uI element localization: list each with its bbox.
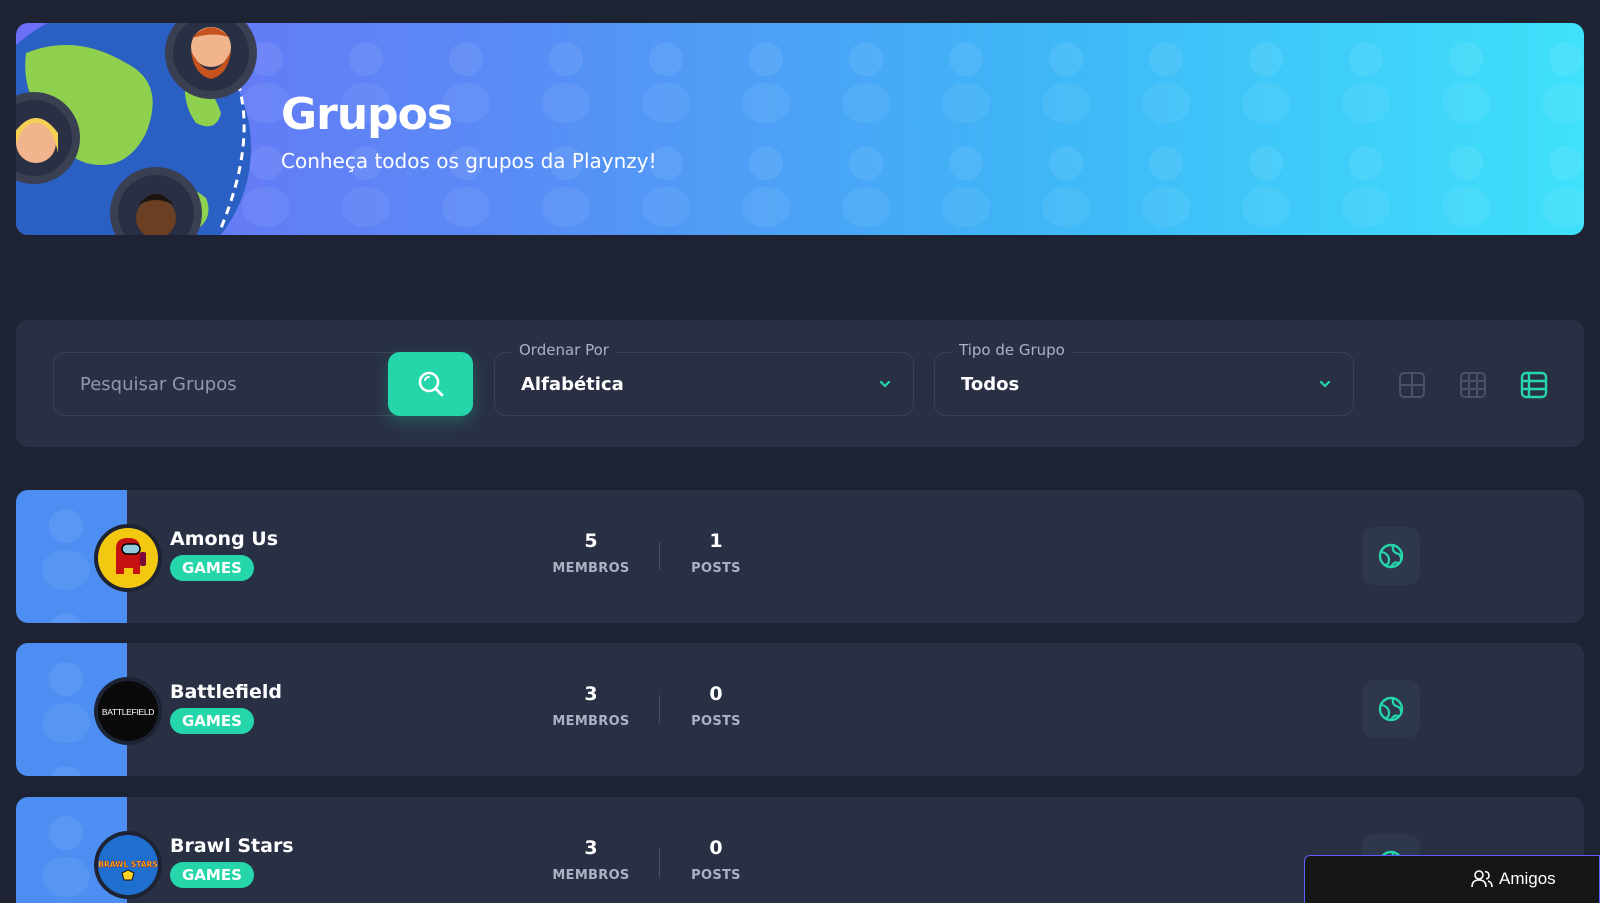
group-avatar: BRAWL STARS	[94, 831, 162, 899]
posts-label: POSTS	[691, 561, 741, 576]
page-title: Grupos	[281, 89, 453, 140]
among-us-logo	[98, 528, 158, 588]
friends-label: Amigos	[1499, 869, 1556, 888]
page-subtitle: Conheça todos os grupos da Playnzy!	[281, 149, 657, 173]
search-box	[53, 352, 473, 416]
members-count: 3	[584, 837, 598, 859]
stat-divider	[659, 695, 660, 723]
group-type-select-label: Tipo de Grupo	[953, 341, 1071, 359]
posts-count: 0	[709, 837, 723, 859]
friends-chat-widget[interactable]: Amigos	[1304, 855, 1600, 903]
group-name[interactable]: Among Us	[170, 528, 278, 550]
order-select-value: Alfabética	[521, 374, 624, 395]
list-icon[interactable]	[1520, 371, 1548, 399]
group-category-badge: GAMES	[170, 862, 254, 888]
group-name[interactable]: Brawl Stars	[170, 835, 294, 857]
group-card[interactable]: BATTLEFIELD Battlefield GAMES 3 MEMBROS …	[16, 643, 1584, 776]
users-icon	[1471, 870, 1493, 888]
world-illustration	[16, 23, 257, 235]
group-avatar: BATTLEFIELD	[94, 677, 162, 745]
group-category-badge: GAMES	[170, 555, 254, 581]
join-group-button[interactable]	[1362, 527, 1420, 585]
search-icon	[418, 371, 443, 397]
members-label: MEMBROS	[552, 561, 630, 576]
members-label: MEMBROS	[552, 714, 630, 729]
globe-icon	[1378, 543, 1404, 569]
group-avatar	[94, 524, 162, 592]
posts-label: POSTS	[691, 868, 741, 883]
posts-stat: 0 POSTS	[666, 837, 766, 883]
big-grid-icon[interactable]	[1398, 371, 1426, 399]
stat-divider	[659, 542, 660, 570]
filter-bar: Ordenar Por Alfabética Tipo de Grupo Tod…	[16, 320, 1584, 447]
brawl-stars-logo: BRAWL STARS	[98, 835, 158, 895]
posts-stat: 1 POSTS	[666, 530, 766, 576]
members-label: MEMBROS	[552, 868, 630, 883]
svg-text:BRAWL STARS: BRAWL STARS	[98, 860, 158, 869]
posts-count: 1	[709, 530, 723, 552]
search-input[interactable]	[54, 353, 384, 415]
stat-divider	[659, 849, 660, 877]
chevron-down-icon	[879, 380, 891, 388]
small-grid-icon[interactable]	[1459, 371, 1487, 399]
posts-stat: 0 POSTS	[666, 683, 766, 729]
order-select-label: Ordenar Por	[513, 341, 615, 359]
page-banner: Grupos Conheça todos os grupos da Playnz…	[16, 23, 1584, 235]
join-group-button[interactable]	[1362, 680, 1420, 738]
members-stat: 5 MEMBROS	[541, 530, 641, 576]
members-stat: 3 MEMBROS	[541, 837, 641, 883]
group-type-select-value: Todos	[961, 374, 1020, 395]
group-category-badge: GAMES	[170, 708, 254, 734]
group-type-select[interactable]: Tipo de Grupo Todos	[934, 341, 1354, 416]
group-card[interactable]: Among Us GAMES 5 MEMBROS 1 POSTS	[16, 490, 1584, 623]
globe-icon	[1378, 696, 1404, 722]
members-count: 5	[584, 530, 598, 552]
group-name[interactable]: Battlefield	[170, 681, 282, 703]
order-select[interactable]: Ordenar Por Alfabética	[494, 341, 914, 416]
search-button[interactable]	[388, 352, 473, 416]
members-stat: 3 MEMBROS	[541, 683, 641, 729]
chevron-down-icon	[1319, 380, 1331, 388]
battlefield-logo: BATTLEFIELD	[98, 681, 158, 741]
posts-count: 0	[709, 683, 723, 705]
members-count: 3	[584, 683, 598, 705]
posts-label: POSTS	[691, 714, 741, 729]
svg-text:BATTLEFIELD: BATTLEFIELD	[102, 707, 154, 717]
